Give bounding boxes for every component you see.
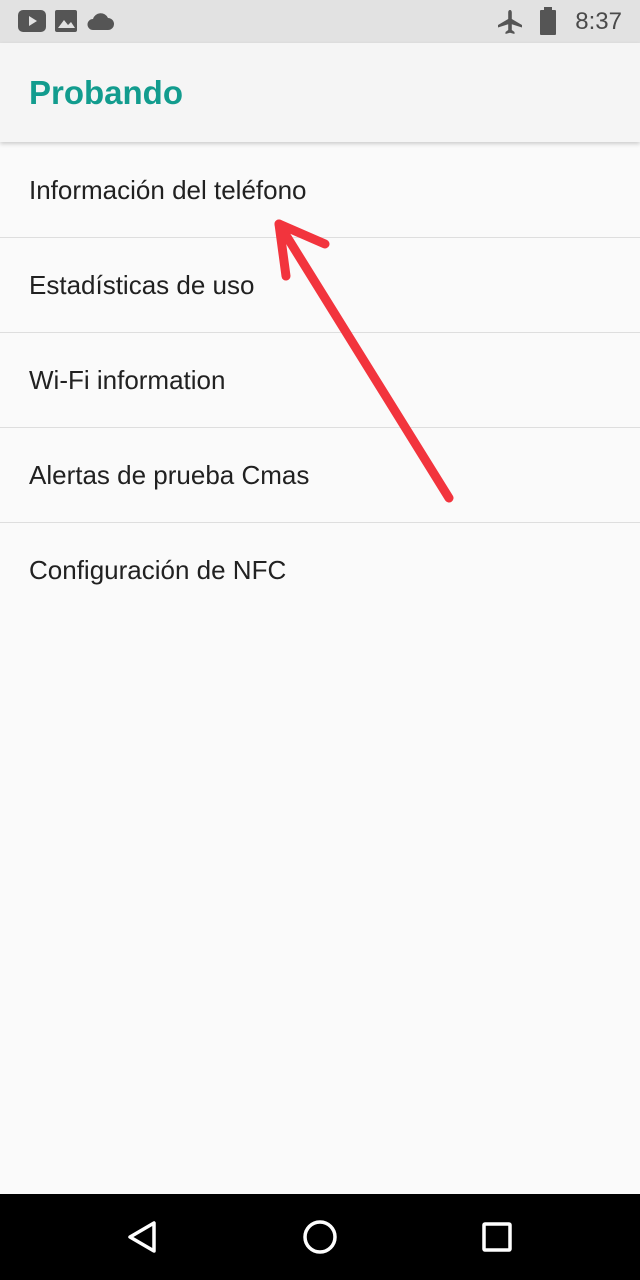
back-icon[interactable] <box>118 1212 168 1262</box>
status-time: 8:37 <box>575 8 622 35</box>
list-item-label: Configuración de NFC <box>29 555 287 585</box>
list-item-label: Información del teléfono <box>29 175 307 205</box>
list-item-usage-stats[interactable]: Estadísticas de uso <box>0 238 640 333</box>
status-bar: 8:37 <box>0 0 640 43</box>
list-item-cmas-alerts[interactable]: Alertas de prueba Cmas <box>0 428 640 523</box>
youtube-icon <box>18 10 46 37</box>
recents-icon[interactable] <box>472 1212 522 1262</box>
list-item-label: Wi-Fi information <box>29 365 226 395</box>
battery-icon <box>539 7 557 40</box>
menu-list: Información del teléfono Estadísticas de… <box>0 143 640 617</box>
page-title: Probando <box>29 74 183 111</box>
list-item-nfc-config[interactable]: Configuración de NFC <box>0 523 640 617</box>
airplane-mode-icon <box>496 8 524 41</box>
image-icon <box>55 10 77 37</box>
home-icon[interactable] <box>295 1212 345 1262</box>
app-bar: Probando <box>0 43 640 142</box>
navigation-bar <box>0 1194 640 1280</box>
list-item-label: Alertas de prueba Cmas <box>29 460 310 490</box>
cloud-icon <box>86 11 114 36</box>
list-item-wifi-info[interactable]: Wi-Fi information <box>0 333 640 428</box>
list-item-label: Estadísticas de uso <box>29 270 255 300</box>
screen: 8:37 Probando Información del teléfono E… <box>0 0 640 1280</box>
list-item-phone-info[interactable]: Información del teléfono <box>0 143 640 238</box>
